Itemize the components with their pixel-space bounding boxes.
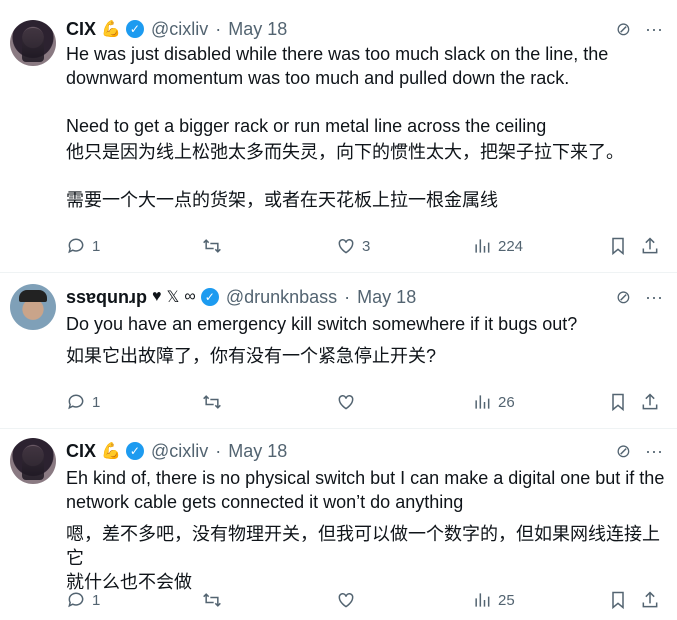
retweet-icon bbox=[203, 395, 221, 409]
like-button[interactable] bbox=[336, 588, 362, 612]
heart-icon bbox=[338, 394, 354, 410]
grok-icon[interactable]: ⊘ bbox=[616, 19, 631, 40]
views-icon bbox=[475, 239, 490, 253]
retweet-icon bbox=[203, 239, 221, 253]
tweet-header: CIX 💪 ✓ @cixliv · May 18 bbox=[66, 440, 288, 462]
retweet-button[interactable] bbox=[202, 390, 228, 414]
share-icon bbox=[642, 591, 658, 608]
tweet-actions: 1 3 224 bbox=[66, 234, 662, 258]
views-button[interactable]: 25 bbox=[472, 588, 515, 612]
views-button[interactable]: 224 bbox=[472, 234, 523, 258]
author-handle[interactable]: @cixliv bbox=[151, 441, 208, 462]
tweet[interactable]: ssɐqunɹp ♥ 𝕏 ∞ ✓ @drunknbass · May 18 ⊘ … bbox=[0, 284, 677, 424]
tweet-text: He was just disabled while there was too… bbox=[66, 44, 624, 210]
heart-icon: ♥ bbox=[152, 288, 162, 305]
bookmark-button[interactable] bbox=[608, 390, 628, 414]
tweet[interactable]: CIX 💪 ✓ @cixliv · May 18 ⊘ ··· He was ju… bbox=[0, 14, 677, 274]
header-actions: ⊘ ··· bbox=[616, 284, 663, 310]
author-handle[interactable]: @drunknbass bbox=[226, 287, 337, 308]
infinity-icon: ∞ bbox=[184, 288, 196, 305]
share-button[interactable] bbox=[640, 588, 660, 612]
verified-icon: ✓ bbox=[200, 288, 219, 306]
verified-icon: ✓ bbox=[125, 442, 144, 460]
share-button[interactable] bbox=[640, 234, 660, 258]
bookmark-button[interactable] bbox=[608, 234, 628, 258]
share-icon bbox=[642, 393, 658, 410]
flexed-arm-icon: 💪 bbox=[101, 443, 121, 460]
header-actions: ⊘ ··· bbox=[616, 438, 663, 464]
author-handle[interactable]: @cixliv bbox=[151, 19, 208, 40]
grok-icon[interactable]: ⊘ bbox=[616, 441, 631, 462]
views-icon bbox=[475, 593, 490, 607]
share-icon bbox=[642, 237, 658, 254]
heart-icon bbox=[338, 238, 354, 254]
avatar[interactable] bbox=[10, 284, 56, 330]
grok-icon[interactable]: ⊘ bbox=[616, 287, 631, 308]
flexed-arm-icon: 💪 bbox=[101, 21, 121, 38]
reply-button[interactable]: 1 bbox=[66, 390, 100, 414]
tweet-actions: 1 26 bbox=[66, 390, 662, 414]
reply-icon bbox=[68, 238, 84, 254]
like-button[interactable]: 3 bbox=[336, 234, 370, 258]
author-name[interactable]: CIX bbox=[66, 441, 96, 462]
more-icon[interactable]: ··· bbox=[645, 441, 663, 462]
reply-button[interactable]: 1 bbox=[66, 588, 100, 612]
tweet-actions: 1 25 bbox=[66, 588, 662, 612]
author-name[interactable]: CIX bbox=[66, 19, 96, 40]
bookmark-button[interactable] bbox=[608, 588, 628, 612]
views-button[interactable]: 26 bbox=[472, 390, 515, 414]
tweet-date[interactable]: May 18 bbox=[357, 287, 416, 308]
x-logo-icon: 𝕏 bbox=[166, 289, 180, 306]
tweet-date[interactable]: May 18 bbox=[228, 19, 287, 40]
heart-icon bbox=[338, 592, 354, 608]
reply-button[interactable]: 1 bbox=[66, 234, 100, 258]
share-button[interactable] bbox=[640, 390, 660, 414]
views-icon bbox=[475, 395, 490, 409]
tweet-date[interactable]: May 18 bbox=[228, 441, 287, 462]
divider bbox=[0, 272, 677, 273]
retweet-icon bbox=[203, 593, 221, 607]
tweet[interactable]: CIX 💪 ✓ @cixliv · May 18 ⊘ ··· Eh kind o… bbox=[0, 438, 677, 618]
retweet-button[interactable] bbox=[202, 588, 228, 612]
more-icon[interactable]: ··· bbox=[645, 19, 663, 40]
reply-icon bbox=[68, 592, 84, 608]
avatar[interactable] bbox=[10, 438, 56, 484]
divider bbox=[0, 428, 677, 429]
bookmark-icon bbox=[612, 393, 624, 412]
tweet-text: Do you have an emergency kill switch som… bbox=[66, 314, 578, 366]
bookmark-icon bbox=[612, 237, 624, 256]
tweet-text: Eh kind of, there is no physical switch … bbox=[66, 468, 665, 592]
author-name[interactable]: ssɐqunɹp bbox=[66, 287, 147, 308]
bookmark-icon bbox=[612, 591, 624, 610]
more-icon[interactable]: ··· bbox=[645, 287, 663, 308]
tweet-header: ssɐqunɹp ♥ 𝕏 ∞ ✓ @drunknbass · May 18 bbox=[66, 286, 417, 308]
reply-icon bbox=[68, 394, 84, 410]
tweet-header: CIX 💪 ✓ @cixliv · May 18 bbox=[66, 18, 288, 40]
verified-icon: ✓ bbox=[125, 20, 144, 38]
like-button[interactable] bbox=[336, 390, 362, 414]
retweet-button[interactable] bbox=[202, 234, 228, 258]
avatar[interactable] bbox=[10, 20, 56, 66]
header-actions: ⊘ ··· bbox=[616, 16, 663, 42]
